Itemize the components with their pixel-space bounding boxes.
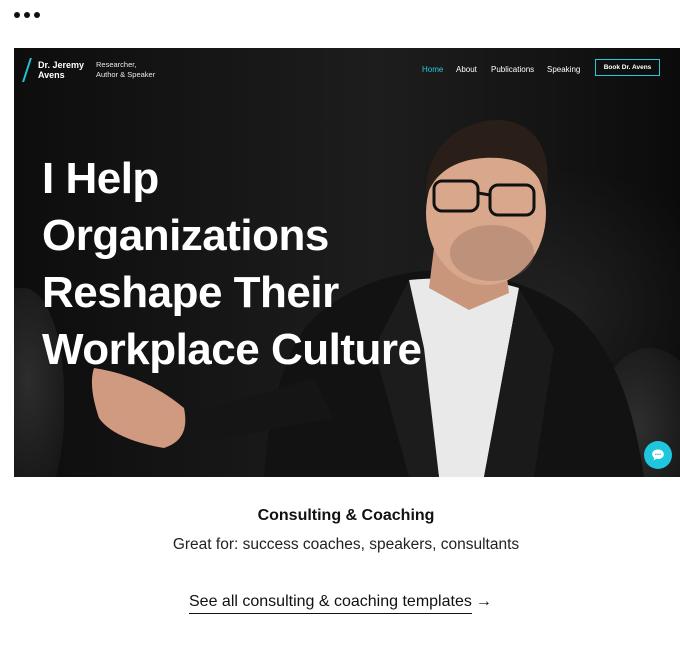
template-title: Consulting & Coaching [257, 507, 435, 524]
arrow-right-icon: → [475, 593, 492, 610]
see-all-templates-link[interactable]: See all consulting & coaching templates → [189, 593, 492, 614]
brand-logo[interactable]: Dr. Jeremy Avens Researcher, Author & Sp… [22, 58, 160, 82]
website-preview[interactable]: Dr. Jeremy Avens Researcher, Author & Sp… [14, 48, 680, 477]
headline-line: Reshape Their [42, 268, 339, 317]
nav-about[interactable]: About [456, 65, 477, 74]
dot [14, 12, 20, 18]
headline-line: I Help [42, 154, 159, 203]
nav-home[interactable]: Home [422, 65, 443, 74]
book-button[interactable]: Book Dr. Avens [595, 59, 660, 76]
hero-headline: I Help Organizations Reshape Their Workp… [42, 150, 502, 378]
template-subtitle: Great for: success coaches, speakers, co… [172, 536, 520, 553]
more-options-icon[interactable] [14, 12, 40, 18]
nav-speaking[interactable]: Speaking [547, 65, 580, 74]
brand-name: Dr. Jeremy Avens [38, 60, 85, 80]
brand-tagline: Researcher, Author & Speaker [96, 60, 156, 79]
dot [24, 12, 30, 18]
headline-line: Organizations [42, 211, 329, 260]
dot [34, 12, 40, 18]
see-all-templates-label: See all consulting & coaching templates [189, 593, 472, 614]
nav-publications[interactable]: Publications [491, 65, 534, 74]
chat-bubble-icon [652, 449, 664, 461]
chat-button[interactable] [644, 441, 672, 469]
headline-line: Workplace Culture [42, 325, 422, 374]
